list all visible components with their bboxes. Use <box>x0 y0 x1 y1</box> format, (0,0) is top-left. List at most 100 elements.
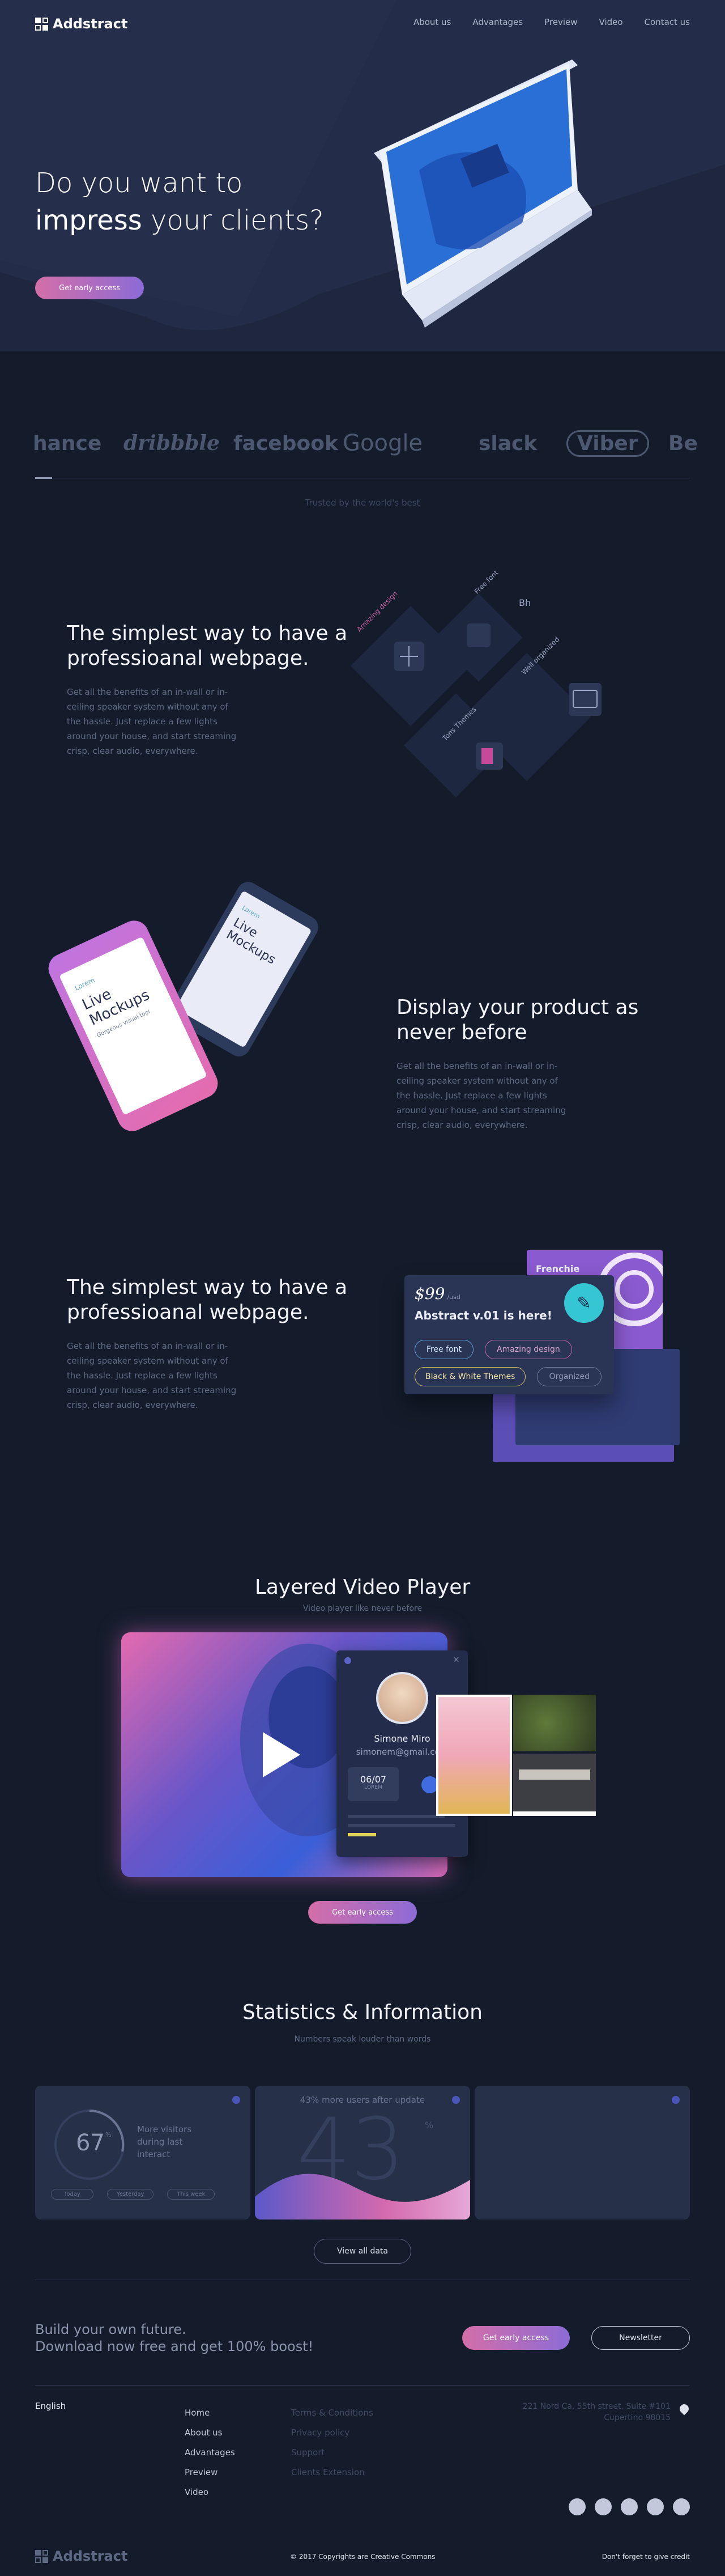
feature2-title: Display your product as never before <box>396 996 639 1044</box>
hero-cta-button[interactable]: Get early access <box>35 277 144 299</box>
stat-card-empty <box>475 2086 690 2219</box>
logo-divider-active <box>35 477 52 479</box>
cta-headline: Build your own future. Download now free… <box>35 2321 313 2355</box>
chip-bw-themes[interactable]: Black & White Themes <box>415 1367 526 1386</box>
video-subtitle: Video player like never before <box>302 1604 423 1613</box>
site-header: Addstract About us Advantages Preview Vi… <box>0 0 725 45</box>
footer-divider <box>35 2385 689 2386</box>
view-all-button[interactable]: View all data <box>314 2239 411 2264</box>
logo-google: Google <box>343 430 423 456</box>
feature1-body: Get all the benefits of an in-wall or in… <box>67 687 237 756</box>
pill-yesterday[interactable]: Yesterday <box>106 2189 154 2200</box>
photo-icecream <box>436 1695 512 1816</box>
chip-organized[interactable]: Organized <box>537 1367 602 1386</box>
feature3-body: Get all the benefits of an in-wall or in… <box>67 1341 237 1410</box>
footer-link-about[interactable]: About us <box>185 2423 235 2443</box>
stats-title: Statistics & Information <box>242 2001 483 2024</box>
product-price-unit: /usd <box>447 1293 460 1301</box>
feature1-title: The simplest way to have a professioanal… <box>67 622 348 670</box>
back-card-title: Frenchie <box>536 1263 580 1274</box>
location-pin-icon[interactable] <box>677 2402 691 2416</box>
nav-preview[interactable]: Preview <box>544 17 577 27</box>
profile-text-lines <box>348 1815 455 1836</box>
visitors-unit: % <box>105 2131 112 2138</box>
chip-amazing-design[interactable]: Amazing design <box>485 1340 572 1359</box>
footer-copyright: © 2017 Copyrights are Creative Commons <box>290 2553 436 2561</box>
social-instagram-icon[interactable] <box>595 2498 612 2515</box>
footer-links-primary: Home About us Advantages Preview Video <box>185 2403 235 2502</box>
nav-video[interactable]: Video <box>599 17 623 27</box>
phone-back-title: Live Mockups <box>224 915 278 967</box>
footer-link-privacy[interactable]: Privacy policy <box>291 2423 373 2443</box>
logo-slack: slack <box>479 431 538 455</box>
play-icon[interactable] <box>263 1732 300 1777</box>
product-price: $99 <box>415 1284 445 1303</box>
brand-logo[interactable]: Addstract <box>35 16 127 32</box>
social-facebook-icon[interactable] <box>647 2498 664 2515</box>
card-dot-icon <box>672 2096 680 2104</box>
icecream-icon[interactable]: ✎ <box>564 1283 604 1323</box>
footer-link-video[interactable]: Video <box>185 2482 235 2502</box>
hero-title-line1: Do you want to <box>35 167 243 199</box>
footer-link-support[interactable]: Support <box>291 2443 373 2463</box>
video-cta-button[interactable]: Get early access <box>308 1901 417 1924</box>
users-wave-chart <box>255 2174 470 2219</box>
stat-card-users: 43% more users after update 43 % <box>255 2086 470 2219</box>
main-nav: About us Advantages Preview Video Contac… <box>413 17 690 27</box>
address-line2: Cupertino 98015 <box>604 2413 671 2422</box>
logo-icon <box>35 17 48 31</box>
logo-facebook: facebook <box>233 431 338 455</box>
cta-line1: Build your own future. <box>35 2322 186 2337</box>
feature1-illustration: Amazing design Free font Well organized … <box>340 561 657 810</box>
stats-subtitle: Numbers speak louder than words <box>294 2035 431 2044</box>
social-behance-icon[interactable] <box>621 2498 638 2515</box>
product-card: $99 /usd Abstract v.01 is here! ✎ Free f… <box>404 1275 614 1394</box>
social-vimeo-icon[interactable] <box>673 2498 690 2515</box>
logo-dribbble: dribbble <box>123 431 220 455</box>
pill-today[interactable]: Today <box>51 2189 93 2200</box>
video-title: Layered Video Player <box>254 1576 471 1599</box>
footer-links-secondary: Terms & Conditions Privacy policy Suppor… <box>291 2403 373 2482</box>
language-select[interactable]: English <box>35 2401 66 2411</box>
logo-behance-2: Be <box>668 431 698 455</box>
profile-settings-icon[interactable] <box>344 1657 351 1664</box>
footer-brand-name: Addstract <box>53 2548 128 2564</box>
nav-contact[interactable]: Contact us <box>645 17 690 27</box>
footer-link-clients[interactable]: Clients Extension <box>291 2463 373 2482</box>
logo-behance: hance <box>33 431 102 455</box>
profile-stat: 06/07 LOREM <box>348 1767 399 1801</box>
profile-avatar <box>376 1672 428 1724</box>
footer-link-home[interactable]: Home <box>185 2403 235 2423</box>
photo-street <box>513 1754 596 1816</box>
pill-this-week[interactable]: This week <box>167 2189 215 2200</box>
footer-address: 221 Nord Ca, 55th street, Suite #101 Cup… <box>523 2401 671 2424</box>
cta-primary-button[interactable]: Get early access <box>462 2326 570 2350</box>
feature3-cards: Frenchie $99 /usd Abstract v.01 is here!… <box>402 1247 708 1474</box>
newsletter-button[interactable]: Newsletter <box>591 2326 690 2350</box>
social-dribbble-icon[interactable] <box>569 2498 586 2515</box>
hero-title: Do you want to impress your clients? <box>35 164 324 239</box>
users-unit: % <box>425 2120 434 2131</box>
footer-brand-logo[interactable]: Addstract <box>35 2548 127 2564</box>
social-icons <box>569 2498 690 2515</box>
footer-link-terms[interactable]: Terms & Conditions <box>291 2403 373 2423</box>
visitors-text: More visitors during last interact <box>137 2124 192 2159</box>
visitors-number: 67 <box>76 2130 105 2156</box>
profile-stat-value: 06/07 <box>360 1774 387 1785</box>
feature3-title: The simplest way to have a professioanal… <box>67 1276 348 1324</box>
nav-about[interactable]: About us <box>413 17 451 27</box>
chip-free-font[interactable]: Free font <box>415 1340 474 1359</box>
logo-strip: hance dribbble facebook Google slack Vib… <box>0 426 725 460</box>
feature1-bh-label: Bh <box>519 597 531 608</box>
feature2-body: Get all the benefits of an in-wall or in… <box>396 1061 566 1130</box>
stat-card-visitors: 67 % More visitors during last interact … <box>35 2086 250 2219</box>
footer-link-advantages[interactable]: Advantages <box>185 2443 235 2463</box>
logos-caption: Trusted by the world's best <box>305 498 420 508</box>
nav-advantages[interactable]: Advantages <box>472 17 523 27</box>
profile-stat-label: LOREM <box>364 1785 382 1790</box>
hero-title-rest: your clients? <box>142 205 324 236</box>
footer-link-preview[interactable]: Preview <box>185 2463 235 2482</box>
profile-close-icon[interactable]: × <box>453 1654 460 1665</box>
feature2-phones: Lorem Live Mockups Lorem Live Mockups Go… <box>44 877 351 1145</box>
card-dot-icon <box>232 2096 240 2104</box>
